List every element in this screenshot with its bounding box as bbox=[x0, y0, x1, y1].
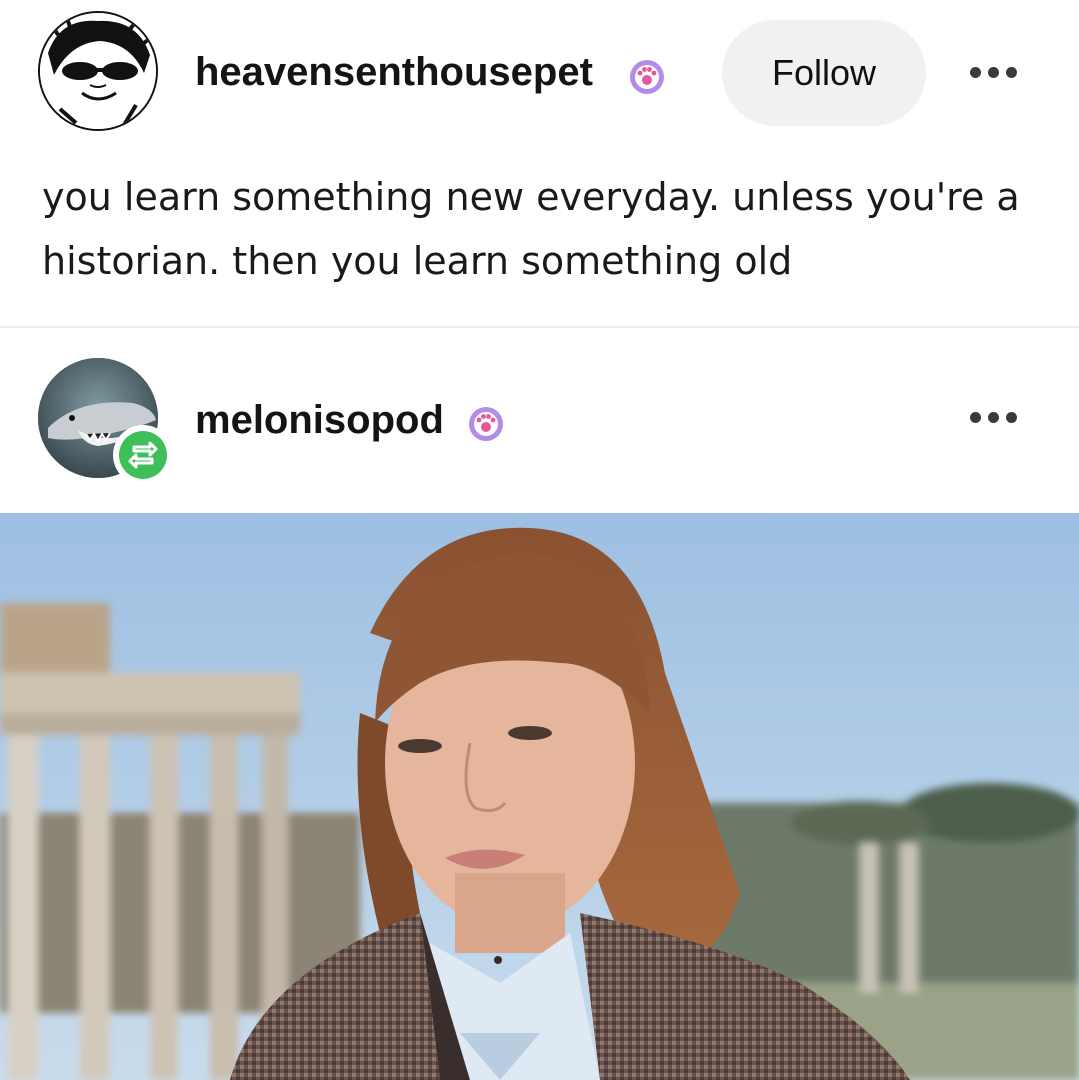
divider bbox=[0, 326, 1079, 328]
paw-badge-icon bbox=[469, 407, 503, 441]
post-photo[interactable] bbox=[0, 513, 1079, 1080]
post-body-text: you learn something new everyday. unless… bbox=[42, 175, 1020, 283]
username[interactable]: heavensenthousepet bbox=[195, 50, 593, 95]
post-header: heavensenthousepet Follow bbox=[0, 0, 1079, 140]
woman-in-rome-photo bbox=[0, 513, 1079, 1080]
follow-button[interactable]: Follow bbox=[722, 20, 926, 126]
avatar[interactable] bbox=[38, 11, 158, 131]
paw-badge-icon bbox=[630, 60, 664, 94]
more-options-icon[interactable] bbox=[958, 397, 1028, 437]
more-options-icon[interactable] bbox=[958, 52, 1028, 92]
reblog-badge bbox=[113, 425, 173, 485]
username[interactable]: melonisopod bbox=[195, 398, 444, 443]
post-header: melonisopod bbox=[0, 340, 1079, 485]
sketch-avatar-icon bbox=[40, 13, 156, 129]
reblog-icon bbox=[128, 441, 158, 469]
